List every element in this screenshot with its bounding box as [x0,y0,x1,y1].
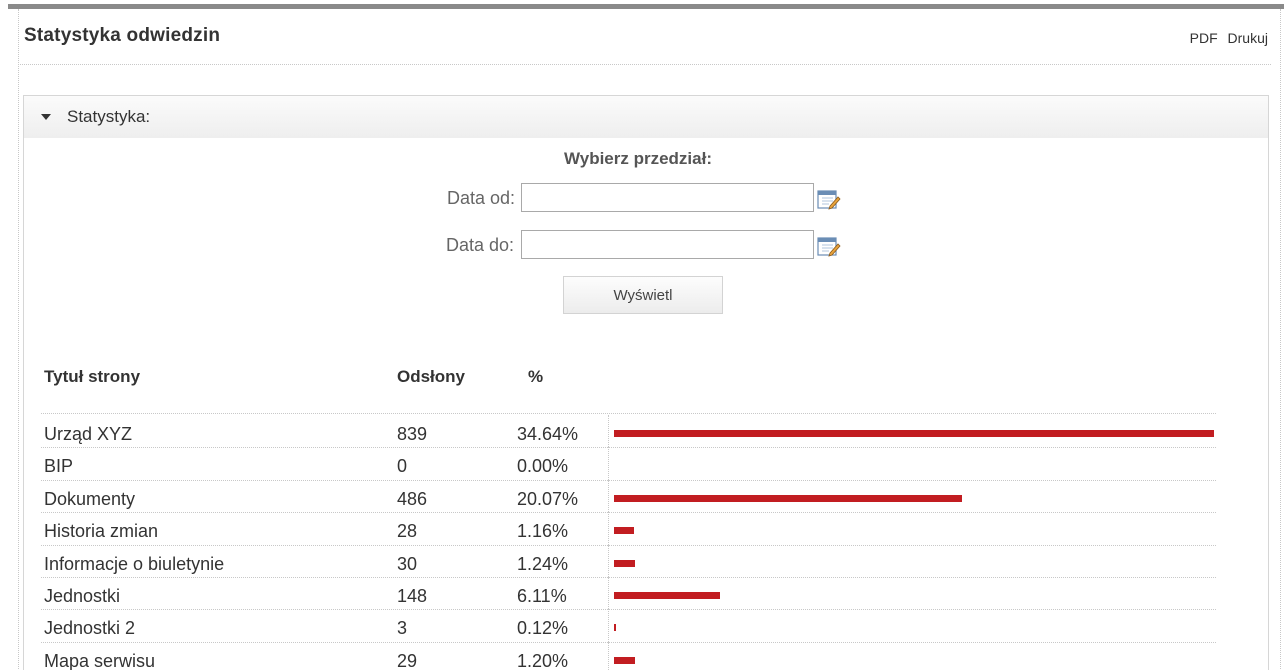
row-title: Urząd XYZ [44,424,133,444]
row-title: Historia zmian [44,521,159,542]
print-link[interactable]: Drukuj [1228,30,1268,46]
row-views: 3 [397,618,408,639]
pdf-link[interactable]: PDF [1190,30,1218,46]
row-divider [41,447,1216,449]
row-divider [41,641,1216,643]
calendar-icon[interactable] [817,188,841,210]
column-divider [608,447,609,480]
column-header-views: Odsłony [397,367,466,386]
share-bar [614,430,1214,437]
row-views: 148 [397,586,428,606]
row-views: 839 [397,424,428,444]
share-bar [614,624,617,632]
row-title: BIP [44,456,74,477]
row-percent: 20.07% [517,488,579,509]
share-bar [614,656,635,664]
date-from-label: Data od: [447,188,516,208]
share-bar [614,592,720,599]
row-percent: 0.00% [517,456,569,477]
column-divider [608,577,609,610]
row-title: Informacje o biuletynie [44,553,225,574]
row-views: 28 [397,521,418,542]
row-percent: 6.11% [517,586,567,606]
title-divider [18,64,1271,65]
column-header-title: Tytuł strony [44,367,141,386]
column-divider [608,544,609,577]
statistics-page: Statystyka odwiedzin PDF Drukuj Statysty… [0,0,1284,670]
row-views: 29 [397,650,418,670]
statistics-panel: Statystyka: [23,95,1269,670]
row-title: Jednostki 2 [44,618,136,639]
column-divider [608,512,609,545]
column-divider [608,479,609,513]
row-divider [41,544,1216,546]
row-divider [41,512,1216,514]
row-views: 486 [397,488,428,509]
column-divider [608,641,609,670]
share-bar [614,559,636,567]
page-title: Statystyka odwiedzin [24,25,221,46]
date-from-input[interactable] [521,183,814,212]
row-percent: 34.64% [517,424,579,444]
share-bar [614,527,635,535]
show-button[interactable]: Wyświetl [563,276,723,314]
table-header-divider [41,413,1216,414]
row-title: Mapa serwisu [44,650,156,670]
row-title: Jednostki [44,586,121,606]
calendar-icon[interactable] [817,235,841,257]
range-title: Wybierz przedział: [564,149,712,168]
row-divider [41,479,1216,481]
row-divider [41,577,1216,578]
column-divider [608,609,609,642]
column-divider [608,415,609,448]
row-views: 30 [397,553,418,574]
row-percent: 1.16% [517,521,569,542]
date-to-label: Data do: [446,235,515,255]
panel-header[interactable]: Statystyka: [24,96,1268,138]
share-bar [614,494,962,502]
row-percent: 0.12% [517,618,569,639]
row-percent: 1.20% [517,650,569,670]
caret-down-icon[interactable] [41,114,51,120]
top-links: PDF Drukuj [1184,30,1268,46]
row-divider [41,609,1216,611]
row-views: 0 [397,456,408,477]
row-title: Dokumenty [44,488,136,509]
panel-label: Statystyka: [67,107,151,126]
date-to-input[interactable] [521,230,814,259]
row-percent: 1.24% [517,553,569,574]
column-header-percent: % [528,367,544,386]
